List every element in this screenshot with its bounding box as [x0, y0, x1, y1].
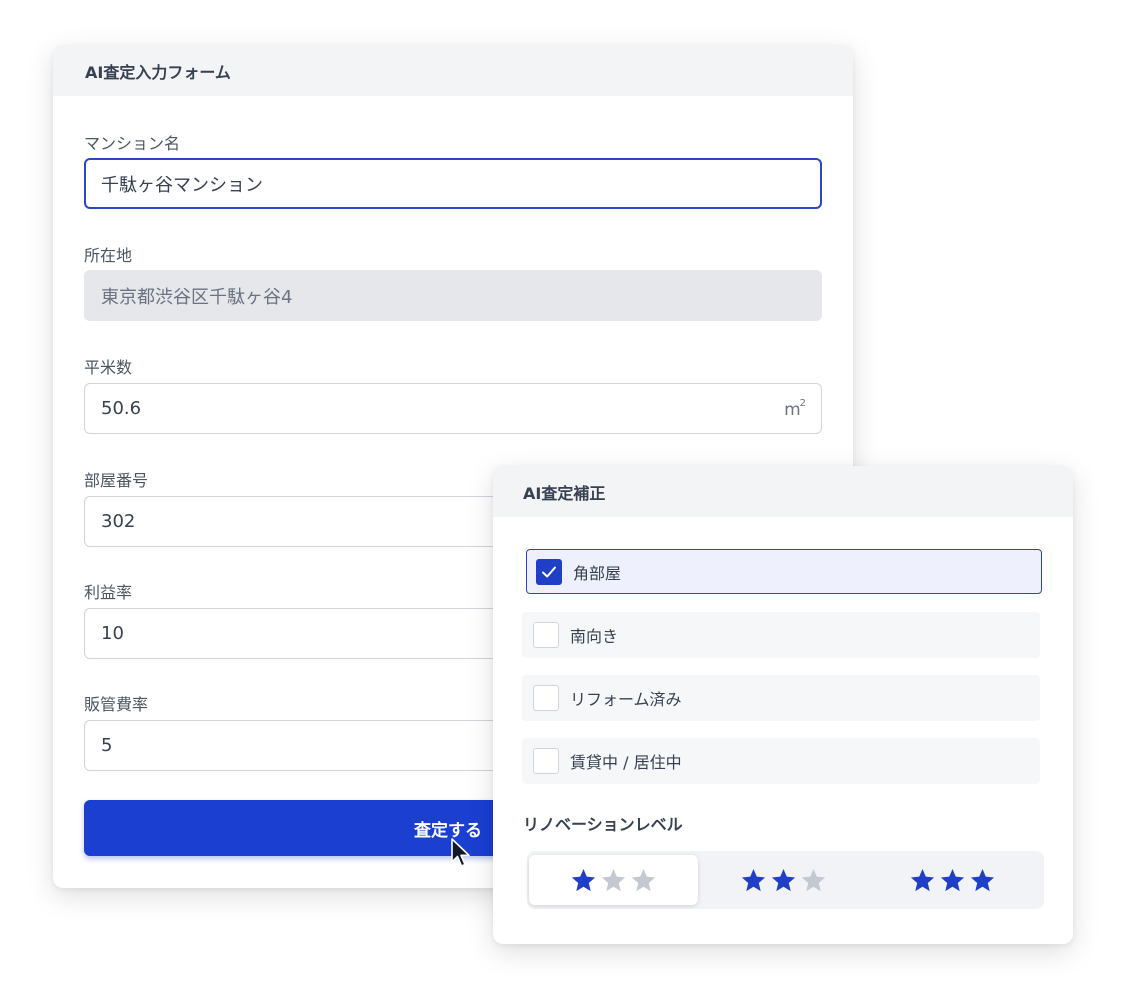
occupied-checkbox[interactable] [533, 748, 559, 774]
south-facing-checkbox[interactable] [533, 622, 559, 648]
star-filled-icon [940, 868, 965, 891]
renovated-checkbox[interactable] [533, 685, 559, 711]
valuation-correction-card: AI査定補正 角部屋 南向き リフォーム済み 賃貸中 / 居住中 リノベーション… [493, 466, 1073, 944]
star-filled-icon [970, 868, 995, 891]
sga-rate-label: 販管費率 [84, 695, 149, 714]
area-unit: m2 [784, 397, 806, 420]
option-occupied[interactable]: 賃貸中 / 居住中 [522, 738, 1040, 784]
room-number-value: 302 [101, 511, 136, 532]
mansion-name-input[interactable]: 千駄ヶ谷マンション [84, 158, 822, 209]
renovated-label: リフォーム済み [570, 690, 682, 709]
corner-room-checkbox[interactable] [536, 558, 562, 585]
area-value: 50.6 [101, 398, 142, 419]
renovation-level-label: リノベーションレベル [523, 815, 683, 834]
option-renovated[interactable]: リフォーム済み [522, 675, 1040, 721]
renovation-level-3[interactable] [868, 855, 1037, 905]
mansion-name-value: 千駄ヶ谷マンション [101, 174, 263, 196]
star-empty-icon [631, 868, 656, 891]
correction-title: AI査定補正 [493, 466, 1073, 517]
star-filled-icon [571, 868, 596, 891]
star-filled-icon [741, 868, 766, 891]
check-icon [542, 566, 556, 577]
profit-rate-value: 10 [101, 623, 124, 644]
renovation-level-selector [527, 851, 1044, 909]
star-empty-icon [601, 868, 626, 891]
address-label: 所在地 [84, 246, 133, 265]
star-filled-icon [910, 868, 935, 891]
area-label: 平米数 [84, 358, 133, 377]
mouse-cursor-icon [451, 838, 470, 867]
option-corner-room[interactable]: 角部屋 [526, 549, 1042, 594]
address-input: 東京都渋谷区千駄ヶ谷4 [84, 270, 822, 321]
sga-rate-value: 5 [101, 735, 113, 756]
south-facing-label: 南向き [570, 627, 619, 646]
corner-room-label: 角部屋 [573, 563, 622, 583]
star-filled-icon [771, 868, 796, 891]
address-value: 東京都渋谷区千駄ヶ谷4 [101, 286, 293, 308]
form-title: AI査定入力フォーム [53, 45, 853, 96]
area-input[interactable]: 50.6 m2 [84, 383, 822, 434]
renovation-level-1[interactable] [529, 855, 698, 905]
option-south-facing[interactable]: 南向き [522, 612, 1040, 658]
renovation-level-2[interactable] [699, 855, 868, 905]
mansion-name-label: マンション名 [84, 134, 181, 153]
profit-rate-label: 利益率 [84, 583, 133, 602]
room-number-label: 部屋番号 [84, 471, 149, 490]
star-empty-icon [801, 868, 826, 891]
occupied-label: 賃貸中 / 居住中 [570, 753, 682, 772]
